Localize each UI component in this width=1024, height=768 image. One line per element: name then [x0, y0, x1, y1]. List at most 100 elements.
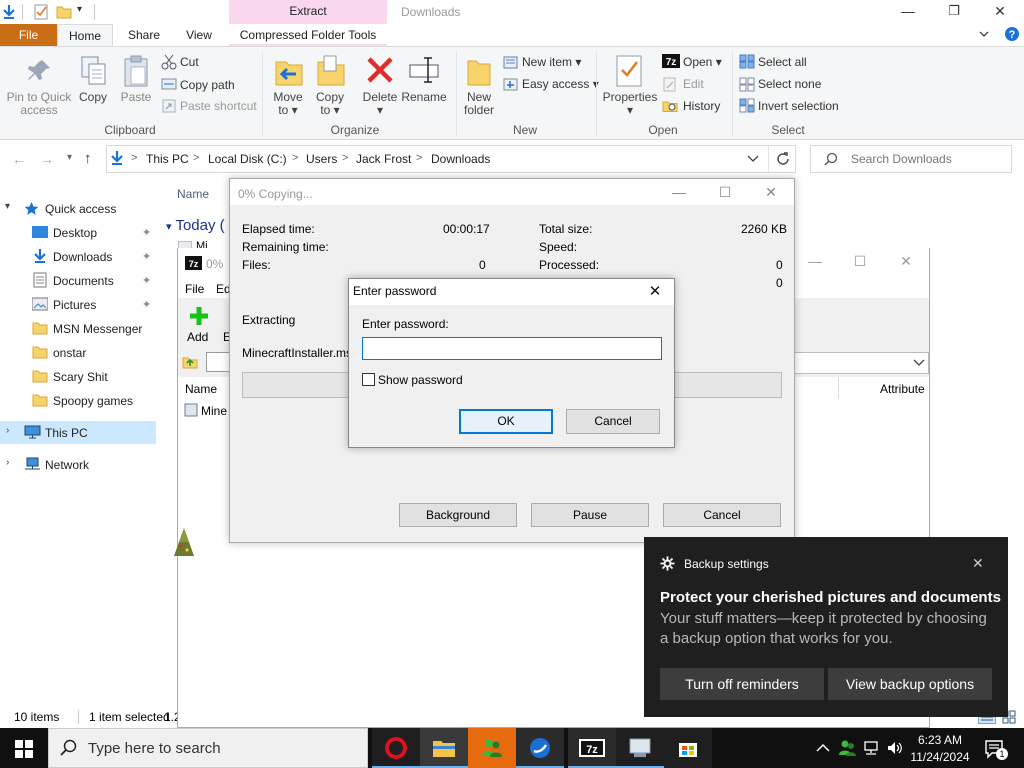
7zip-menu-file[interactable]: File	[185, 282, 204, 296]
taskbar-clock-date[interactable]: 11/24/2024	[910, 750, 970, 764]
sidebar-item-this-pc[interactable]: › This PC	[0, 421, 156, 444]
breadcrumb-separator[interactable]: >	[131, 152, 137, 164]
cut-button[interactable]: Cut	[180, 55, 199, 69]
easy-access-button[interactable]: Easy access ▾	[522, 77, 599, 91]
tab-view[interactable]: View	[175, 24, 223, 46]
maximize-button[interactable]: ❐	[931, 0, 977, 24]
rename-button[interactable]: Rename	[400, 91, 448, 104]
taskbar-app-7zip[interactable]: 7z	[568, 728, 616, 768]
properties-button[interactable]: Properties ▾	[602, 91, 658, 117]
copying-close-button[interactable]: ✕	[748, 181, 794, 205]
sidebar-item-onstar[interactable]: onstar	[0, 341, 156, 364]
breadcrumb-separator[interactable]: >	[292, 152, 298, 164]
breadcrumb-users[interactable]: Users	[306, 152, 337, 166]
7zip-path-combobox[interactable]	[794, 352, 929, 374]
volume-icon[interactable]	[886, 740, 904, 756]
turn-off-reminders-button[interactable]: Turn off reminders	[660, 668, 824, 700]
windows-start-icon[interactable]	[15, 740, 33, 758]
pause-button[interactable]: Pause	[531, 503, 649, 527]
toast-close-button[interactable]: ✕	[972, 555, 984, 572]
breadcrumb-this-pc[interactable]: This PC	[146, 152, 189, 166]
ok-button[interactable]: OK	[459, 409, 553, 434]
background-button[interactable]: Background	[399, 503, 517, 527]
new-folder-button[interactable]: New folder	[458, 91, 500, 117]
copy-path-button[interactable]: Copy path	[180, 78, 235, 92]
sidebar-item-spoopy-games[interactable]: Spoopy games	[0, 389, 156, 412]
msn-tray-icon[interactable]	[838, 739, 856, 757]
network-tray-icon[interactable]	[862, 740, 880, 756]
back-arrow-icon[interactable]: ←	[12, 151, 26, 167]
cancel-button[interactable]: Cancel	[566, 409, 660, 434]
taskbar-app-store[interactable]	[664, 728, 712, 768]
new-folder-icon[interactable]	[56, 5, 72, 19]
sidebar-item-network[interactable]: › Network	[0, 453, 156, 476]
breadcrumb-downloads[interactable]: Downloads	[431, 152, 490, 166]
chevron-down-icon[interactable]	[913, 358, 925, 368]
breadcrumb-separator[interactable]: >	[342, 152, 348, 164]
chevron-right-icon[interactable]: ›	[6, 425, 9, 436]
sidebar-item-msn-messenger[interactable]: MSN Messenger	[0, 317, 156, 340]
7zip-add-button[interactable]: Add	[187, 330, 208, 344]
edit-button[interactable]: Edit	[683, 77, 704, 91]
tab-home[interactable]: Home	[57, 24, 113, 46]
cancel-copy-button[interactable]: Cancel	[663, 503, 781, 527]
chevron-down-icon[interactable]: ▾	[5, 201, 10, 212]
minimize-button[interactable]: —	[885, 0, 931, 24]
7zip-minimize-button[interactable]: —	[792, 250, 838, 274]
breadcrumb-separator[interactable]: >	[193, 152, 199, 164]
history-button[interactable]: History	[683, 99, 720, 113]
properties-icon[interactable]	[33, 4, 49, 20]
help-icon[interactable]: ?	[1004, 26, 1020, 42]
view-backup-options-button[interactable]: View backup options	[828, 668, 992, 700]
7zip-column-attributes[interactable]: Attribute	[880, 382, 925, 396]
taskbar-app-file-explorer[interactable]	[420, 728, 468, 768]
tab-compressed-folder-tools[interactable]: Compressed Folder Tools	[229, 24, 387, 46]
breadcrumb-separator[interactable]: >	[416, 152, 422, 164]
taskbar-app-installer[interactable]	[616, 728, 664, 768]
sidebar-item-scary-shit[interactable]: Scary Shit	[0, 365, 156, 388]
invert-selection-button[interactable]: Invert selection	[758, 99, 839, 113]
column-header-name[interactable]: Name	[177, 187, 209, 201]
quick-access-download-icon[interactable]	[2, 4, 16, 20]
copy-to-button[interactable]: Copy to ▾	[310, 91, 350, 117]
7zip-close-button[interactable]: ✕	[883, 250, 929, 274]
address-history-chevron-icon[interactable]	[747, 154, 759, 164]
delete-button[interactable]: Delete ▾	[360, 91, 400, 117]
taskbar-clock-time[interactable]: 6:23 AM	[912, 733, 968, 747]
7zip-column-name[interactable]: Name	[185, 382, 217, 396]
password-input[interactable]	[362, 337, 662, 360]
password-dialog-close-button[interactable]: ✕	[636, 281, 674, 305]
sidebar-item-pictures[interactable]: Pictures ✦	[0, 293, 156, 316]
sidebar-item-documents[interactable]: Documents ✦	[0, 269, 156, 292]
sidebar-item-downloads[interactable]: Downloads ✦	[0, 245, 156, 268]
show-password-checkbox[interactable]	[362, 373, 375, 386]
folder-up-icon[interactable]	[182, 354, 198, 370]
breadcrumb-local-disk[interactable]: Local Disk (C:)	[208, 152, 287, 166]
move-to-button[interactable]: Move to ▾	[268, 91, 308, 117]
close-button[interactable]: ✕	[977, 0, 1023, 24]
extract-context-tab[interactable]: Extract	[229, 0, 387, 24]
breadcrumb-jack-frost[interactable]: Jack Frost	[356, 152, 411, 166]
7zip-file-row[interactable]: Mine	[201, 404, 227, 418]
sidebar-item-desktop[interactable]: Desktop ✦	[0, 221, 156, 244]
group-header-today[interactable]: ▾ Today (	[166, 217, 225, 234]
paste-shortcut-button[interactable]: Paste shortcut	[180, 99, 257, 113]
paste-button[interactable]: Paste	[116, 91, 156, 104]
tab-share[interactable]: Share	[118, 24, 170, 46]
select-none-button[interactable]: Select none	[758, 77, 821, 91]
chevron-right-icon[interactable]: ›	[6, 457, 9, 468]
show-password-label[interactable]: Show password	[378, 373, 463, 387]
copying-minimize-button[interactable]: —	[656, 181, 702, 205]
ribbon-collapse-chevron-icon[interactable]	[978, 28, 990, 40]
new-item-button[interactable]: New item ▾	[522, 55, 581, 69]
copying-maximize-button[interactable]: ☐	[702, 181, 748, 205]
taskbar-app-sapphire[interactable]	[516, 728, 564, 768]
tab-file[interactable]: File	[0, 24, 57, 46]
recent-locations-chevron-icon[interactable]: ▾	[67, 152, 72, 163]
forward-arrow-icon[interactable]: →	[40, 151, 54, 167]
pin-to-quick-access-button[interactable]: Pin to Quick access	[4, 91, 74, 117]
nav-quick-access[interactable]: ▾ Quick access	[0, 197, 156, 220]
taskbar-app-msn[interactable]	[468, 728, 516, 768]
show-hidden-icons-chevron-icon[interactable]	[816, 742, 830, 754]
up-arrow-icon[interactable]: ↑	[84, 150, 92, 167]
